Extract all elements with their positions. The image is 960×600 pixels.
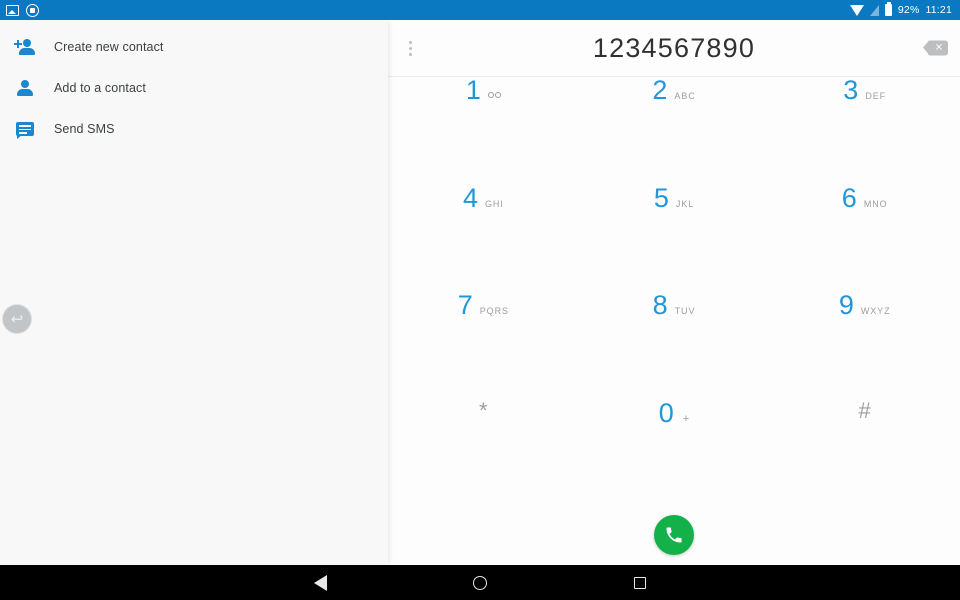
nav-back-icon: [313, 574, 327, 591]
number-entry-bar: 1234567890 ✕: [388, 20, 960, 77]
dialpad-key-7[interactable]: 7 PQRS: [388, 292, 579, 400]
screenshot-image-icon: [6, 4, 19, 16]
dialpad-key-1[interactable]: 1: [388, 77, 579, 185]
status-notifications: [6, 3, 39, 17]
floating-back-button[interactable]: ↩: [2, 304, 32, 334]
menu-list: Create new contact Add to a contact Send…: [0, 20, 388, 149]
dialpad-key-5[interactable]: 5 JKL: [579, 182, 770, 293]
menu-item-create-new-contact[interactable]: Create new contact: [0, 26, 388, 67]
menu-item-add-to-a-contact[interactable]: Add to a contact: [0, 67, 388, 108]
message-icon: [14, 118, 36, 140]
nav-home-icon: [473, 575, 487, 590]
overflow-menu-icon[interactable]: [400, 37, 420, 59]
dialpad-key-9[interactable]: 9 WXYZ: [769, 292, 960, 400]
contact-actions-panel: Create new contact Add to a contact Send…: [0, 20, 388, 565]
key-digit: 9: [838, 290, 854, 320]
menu-item-label: Add to a contact: [54, 80, 146, 95]
key-digit: 4: [462, 182, 478, 213]
status-indicators: 92% 11:21: [849, 2, 952, 16]
key-letters: GHI: [484, 198, 504, 209]
key-digit: 3: [843, 75, 859, 105]
battery-percent-label: 92%: [897, 4, 920, 16]
key-letters: DEF: [865, 91, 887, 101]
menu-item-label: Send SMS: [54, 121, 115, 136]
dialpad-panel: 1234567890 ✕ 1 2 ABC 3 DEF 4 GHI 5 JKL 6…: [388, 20, 960, 565]
key-digit: *: [479, 397, 488, 423]
key-digit: 7: [457, 290, 473, 320]
person-add-icon: [14, 36, 36, 58]
dialpad-key-6[interactable]: 6 MNO: [769, 182, 960, 293]
key-digit: 0: [658, 397, 674, 428]
nav-recents-icon: [634, 576, 646, 589]
key-digit: 1: [465, 75, 481, 105]
key-digit: 8: [652, 290, 668, 320]
key-digit: 6: [841, 182, 857, 213]
dialpad-key-star[interactable]: *: [388, 397, 579, 508]
voicemail-icon: [487, 92, 501, 98]
signal-off-icon: [869, 4, 879, 16]
phone-call-icon: [666, 527, 682, 543]
dialpad-key-3[interactable]: 3 DEF: [769, 77, 960, 185]
back-arrow-icon: ↩: [10, 310, 24, 328]
key-letters: JKL: [675, 198, 695, 209]
dialpad-key-4[interactable]: 4 GHI: [388, 182, 579, 293]
backspace-glyph: ✕: [934, 42, 944, 53]
wifi-icon: [849, 4, 864, 16]
key-letters: ABC: [674, 91, 696, 101]
key-digit: 2: [652, 75, 668, 105]
battery-icon: [884, 2, 892, 16]
dialpad-keys: 1 2 ABC 3 DEF 4 GHI 5 JKL 6 MNO 7 PQRS 8…: [388, 77, 960, 507]
dialpad-key-hash[interactable]: #: [769, 397, 960, 508]
dialpad-key-8[interactable]: 8 TUV: [579, 292, 770, 400]
key-digit: #: [858, 397, 871, 423]
phone-number-display[interactable]: 1234567890: [388, 33, 960, 64]
nav-recents-button[interactable]: [560, 565, 720, 600]
key-letters: WXYZ: [860, 306, 891, 316]
menu-item-label: Create new contact: [54, 39, 164, 54]
key-letters: PQRS: [479, 306, 509, 316]
call-button[interactable]: [654, 515, 694, 555]
key-digit: 5: [653, 182, 669, 213]
dialpad-key-2[interactable]: 2 ABC: [579, 77, 770, 185]
android-navigation-bar: [0, 565, 960, 600]
clock-label: 11:21: [925, 4, 952, 16]
dialpad-key-0[interactable]: 0 +: [579, 397, 770, 508]
backspace-icon[interactable]: ✕: [923, 40, 948, 56]
key-letters: TUV: [674, 306, 696, 316]
android-dialer-screen: 92% 11:21 Create new contact Add to a co…: [0, 0, 960, 600]
status-bar: 92% 11:21: [0, 0, 960, 20]
app-circle-icon: [26, 3, 39, 17]
nav-back-button[interactable]: [240, 565, 400, 600]
key-letters: MNO: [863, 198, 888, 209]
key-plus-label: +: [682, 412, 690, 425]
nav-home-button[interactable]: [400, 565, 560, 600]
menu-item-send-sms[interactable]: Send SMS: [0, 108, 388, 149]
person-icon: [14, 77, 36, 99]
